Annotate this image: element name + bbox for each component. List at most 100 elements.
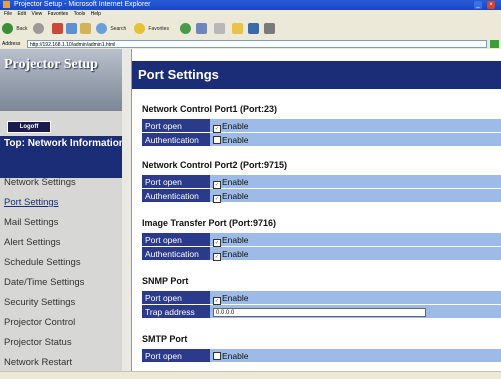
back-button[interactable]: Back (2, 23, 28, 35)
logo-text: Projector Setup (4, 57, 98, 72)
port-open-checkbox[interactable]: ✓ Enable (210, 175, 501, 189)
mail-icon (196, 23, 207, 35)
enable-label: Enable (222, 121, 249, 131)
print-button[interactable] (214, 23, 227, 35)
sidebar-item-alert-settings[interactable]: Alert Settings (0, 233, 131, 253)
menu-favorites[interactable]: Favorites (48, 11, 69, 17)
projector-setup-logo: Projector Setup (0, 49, 131, 111)
logoff-button[interactable]: Logoff (7, 121, 51, 133)
search-button[interactable]: Search (96, 23, 126, 35)
sidebar-item-network-settings[interactable]: Network Settings (0, 173, 131, 193)
print-icon (214, 23, 225, 35)
port-open-checkbox[interactable]: ✓ Enable (210, 233, 501, 247)
authentication-checkbox[interactable]: ✓ Enable (210, 247, 501, 261)
checkbox-icon[interactable]: ✓ (213, 253, 221, 261)
ie-icon (3, 1, 10, 8)
port-open-checkbox[interactable]: ✓ Enable (210, 291, 501, 305)
row-label: Authentication (142, 133, 210, 147)
address-input[interactable]: http://192.168.1.10/admin/admin1.html (27, 40, 487, 48)
enable-label: Enable (222, 293, 249, 303)
trap-address-input[interactable]: 0.0.0.0 (213, 308, 426, 318)
favorites-button[interactable]: Favorites (134, 23, 169, 35)
section-network-control-port2: Network Control Port2 (Port:9715) Port o… (142, 155, 501, 203)
messenger-button[interactable] (248, 23, 261, 35)
section-snmp-port: SNMP Port Port open ✓ Enable Trap address… (142, 271, 501, 319)
address-label: Address (2, 41, 21, 47)
search-label: Search (110, 26, 127, 32)
row-label: Port open (142, 119, 210, 133)
stop-icon (52, 23, 63, 35)
row-label: Port open (142, 175, 210, 189)
forward-button[interactable] (33, 23, 46, 35)
settings-row: Authentication ✓ Enable (142, 247, 501, 261)
menu-edit[interactable]: Edit (17, 11, 26, 17)
section-title: Network Control Port1 (Port:23) (142, 104, 278, 114)
messenger-icon (248, 23, 259, 35)
settings-row: Port open ✓ Enable (142, 233, 501, 247)
sidebar-item-security-settings[interactable]: Security Settings (0, 293, 131, 313)
row-label: Port open (142, 233, 210, 247)
back-label: Back (16, 26, 28, 32)
settings-row: Authentication ✓ Enable (142, 189, 501, 203)
sidebar-item-projector-status[interactable]: Projector Status (0, 333, 131, 353)
checkbox-icon[interactable] (213, 136, 221, 144)
section-image-transfer-port: Image Transfer Port (Port:9716) Port ope… (142, 213, 501, 261)
sidebar-item-port-settings[interactable]: Port Settings (0, 193, 131, 213)
sidebar-scrollbar[interactable] (122, 49, 131, 371)
authentication-checkbox[interactable]: ✓ Enable (210, 189, 501, 203)
port-open-checkbox[interactable]: Enable (210, 349, 501, 363)
checkbox-icon[interactable]: ✓ (213, 125, 221, 133)
go-button[interactable] (490, 40, 499, 48)
address-bar: Address http://192.168.1.10/admin/admin1… (0, 39, 501, 49)
top-network-information-link[interactable]: Top: Network Information (0, 136, 131, 178)
page-title: Port Settings (132, 61, 501, 89)
stop-button[interactable] (52, 23, 65, 35)
sidebar-item-network-restart[interactable]: Network Restart (0, 353, 131, 373)
checkbox-icon[interactable] (213, 352, 221, 360)
folder-icon (232, 23, 243, 35)
tools-icon (264, 23, 275, 35)
section-title: SMTP Port (142, 334, 188, 344)
menu-help[interactable]: Help (91, 11, 101, 17)
sidebar-item-projector-control[interactable]: Projector Control (0, 313, 131, 333)
enable-label: Enable (222, 135, 249, 145)
minimize-button[interactable]: _ (474, 1, 482, 9)
row-label: Authentication (142, 247, 210, 261)
history-icon (180, 23, 191, 35)
history-button[interactable] (180, 23, 193, 35)
window-title: Projector Setup - Microsoft Internet Exp… (13, 1, 151, 8)
search-icon (96, 23, 107, 35)
checkbox-icon[interactable]: ✓ (213, 195, 221, 203)
settings-row: Trap address 0.0.0.0 (142, 305, 501, 319)
sidebar-item-schedule-settings[interactable]: Schedule Settings (0, 253, 131, 273)
refresh-icon (66, 23, 77, 35)
sidebar: Projector Setup Logoff Top: Network Info… (0, 49, 131, 371)
settings-row: Port open Enable (142, 349, 501, 363)
close-button[interactable]: × (487, 1, 495, 9)
section-network-control-port1: Network Control Port1 (Port:23) Port ope… (142, 99, 501, 147)
port-open-checkbox[interactable]: ✓ Enable (210, 119, 501, 133)
authentication-checkbox[interactable]: Enable (210, 133, 501, 147)
settings-row: Authentication Enable (142, 133, 501, 147)
home-button[interactable] (80, 23, 93, 35)
menu-view[interactable]: View (31, 11, 42, 17)
main-content: Port Settings Network Control Port1 (Por… (132, 49, 501, 371)
sidebar-item-mail-settings[interactable]: Mail Settings (0, 213, 131, 233)
checkbox-icon[interactable]: ✓ (213, 181, 221, 189)
checkbox-icon[interactable]: ✓ (213, 239, 221, 247)
menu-tools[interactable]: Tools (74, 11, 86, 17)
enable-label: Enable (222, 249, 249, 259)
menu-file[interactable]: File (4, 11, 12, 17)
sidebar-item-date-time-settings[interactable]: Date/Time Settings (0, 273, 131, 293)
row-label: Port open (142, 291, 210, 305)
mail-button[interactable] (196, 23, 209, 35)
enable-label: Enable (222, 191, 249, 201)
tools-button[interactable] (264, 23, 277, 35)
section-smtp-port: SMTP Port Port open Enable (142, 329, 501, 363)
star-icon (134, 23, 145, 35)
settings-row: Port open ✓ Enable (142, 291, 501, 305)
checkbox-icon[interactable]: ✓ (213, 297, 221, 305)
trap-address-cell: 0.0.0.0 (210, 305, 501, 319)
folder-button[interactable] (232, 23, 245, 35)
refresh-button[interactable] (66, 23, 79, 35)
